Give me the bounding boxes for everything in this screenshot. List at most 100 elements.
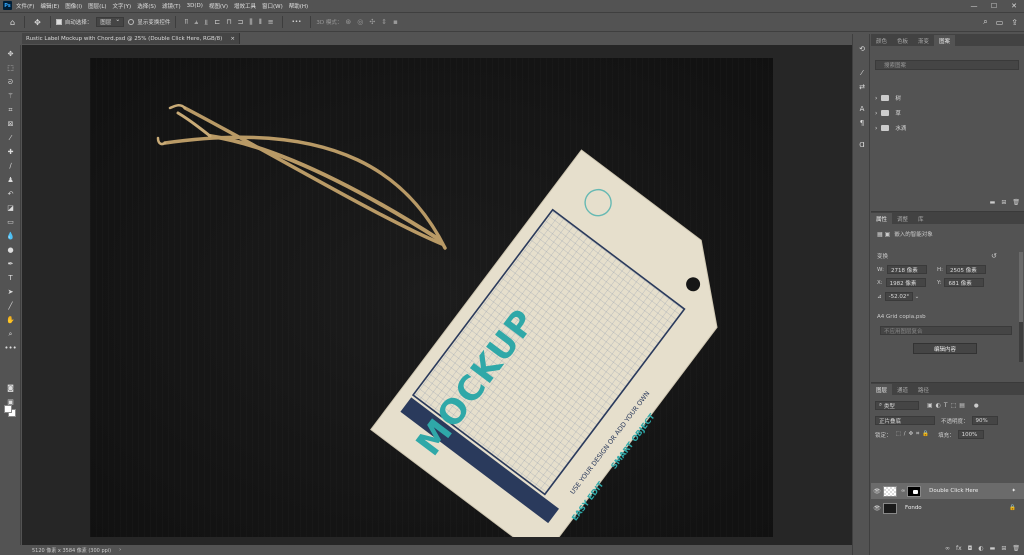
more-options-icon[interactable]: ••• <box>292 19 302 25</box>
glyphs-icon[interactable]: Ɑ <box>856 140 868 150</box>
stamp-tool-icon[interactable]: ♟ <box>5 175 16 185</box>
status-arrow-icon[interactable]: › <box>119 547 121 553</box>
show-transform-checkbox[interactable] <box>128 19 135 25</box>
menu-edit[interactable]: 编辑(E) <box>40 2 59 10</box>
new-group-icon[interactable]: ▬ <box>990 199 996 206</box>
distribute-icon[interactable]: ⫼ <box>249 18 252 27</box>
menu-type[interactable]: 文字(Y) <box>113 2 132 10</box>
layer-filter-dropdown[interactable]: ⌕ 类型 <box>875 401 919 410</box>
frame-tool-icon[interactable]: ⊠ <box>5 119 16 129</box>
new-layer-icon[interactable]: ⊞ <box>1001 545 1006 552</box>
pen-tool-icon[interactable]: ✒ <box>5 259 16 269</box>
auto-select-dropdown[interactable]: 图层 <box>96 16 125 27</box>
character-icon[interactable]: A <box>856 104 868 114</box>
chevron-down-icon[interactable]: ⌄ <box>915 294 920 300</box>
edit-toolbar-icon[interactable]: ••• <box>4 343 16 353</box>
history-brush-icon[interactable]: ↶ <box>5 189 16 199</box>
lasso-tool-icon[interactable]: ᘐ <box>5 77 16 87</box>
eyedropper-tool-icon[interactable]: ⁄ <box>5 133 16 143</box>
adjustments-icon[interactable]: ⇄ <box>856 82 868 92</box>
menu-help[interactable]: 帮助(H) <box>289 2 308 10</box>
move-tool-icon[interactable]: ✥ <box>34 18 41 27</box>
fx-icon[interactable]: fx <box>956 545 962 552</box>
height-field[interactable]: 2505 像素 <box>946 265 986 274</box>
line-tool-icon[interactable]: ╱ <box>5 301 16 311</box>
menu-file[interactable]: 文件(F) <box>16 2 34 10</box>
marquee-tool-icon[interactable]: ⬚ <box>5 63 16 73</box>
lock-icons[interactable]: ⬚∕✥⌗🔒 <box>896 431 933 438</box>
hand-tool-icon[interactable]: ✋ <box>5 315 16 325</box>
menu-select[interactable]: 选择(S) <box>137 2 156 10</box>
photoshop-logo-icon[interactable]: Ps <box>3 1 12 10</box>
history-icon[interactable]: ⟲ <box>856 44 868 54</box>
x-field[interactable]: 1982 像素 <box>885 278 926 287</box>
reset-transform-icon[interactable]: ↺ <box>991 252 997 260</box>
distribute-h-icon[interactable]: ⦀ <box>259 18 262 27</box>
layer-row-double-click-here[interactable]: 👁 ∞ Double Click Here ✦ <box>871 483 1024 499</box>
smart-filter-icon[interactable]: ✦ <box>1011 488 1016 494</box>
fill-field[interactable]: 100% <box>957 430 984 439</box>
align-top-icon[interactable]: ⫪ <box>184 18 188 27</box>
tab-layers[interactable]: 图层 <box>871 384 893 395</box>
distribute-v-icon[interactable]: ≡ <box>268 18 274 26</box>
auto-select-checkbox[interactable] <box>55 19 62 25</box>
quick-mask-icon[interactable]: ◙ <box>5 383 16 393</box>
3d-roll-icon[interactable]: ◎ <box>357 18 363 26</box>
menu-image[interactable]: 图像(I) <box>65 2 82 10</box>
menu-plugins[interactable]: 增效工具 <box>234 2 256 10</box>
layer-comp-dropdown[interactable]: 不应用图层复合 <box>880 326 1012 335</box>
width-field[interactable]: 2718 像素 <box>886 265 927 274</box>
crop-tool-icon[interactable]: ⌗ <box>5 105 16 115</box>
menu-layer[interactable]: 图层(L) <box>88 2 106 10</box>
3d-orbit-icon[interactable]: ⊛ <box>345 18 351 26</box>
tab-paths[interactable]: 路径 <box>913 384 934 395</box>
pattern-search-input[interactable]: 搜索图案 <box>875 60 1019 70</box>
close-window-button[interactable]: ✕ <box>1004 0 1024 11</box>
eraser-tool-icon[interactable]: ◪ <box>5 203 16 213</box>
eye-icon[interactable]: 👁 <box>871 488 883 495</box>
delete-layer-icon[interactable]: 🗑 <box>1012 545 1020 552</box>
align-hcenter-icon[interactable]: ⊓ <box>226 18 231 26</box>
layer-row-fondo[interactable]: 👁 Fondo 🔒 <box>871 500 1024 516</box>
share-icon[interactable]: ⇪ <box>1011 18 1018 27</box>
angle-field[interactable]: -52.02° <box>884 292 913 301</box>
maximize-button[interactable]: ☐ <box>984 0 1004 11</box>
workspace-icon[interactable]: ▭ <box>996 18 1004 27</box>
screen-mode-icon[interactable]: ▣ <box>5 397 16 407</box>
menu-view[interactable]: 视图(V) <box>209 2 228 10</box>
add-mask-icon[interactable]: ◘ <box>968 545 973 552</box>
adjustment-layer-icon[interactable]: ◐ <box>978 545 983 552</box>
home-icon[interactable]: ⌂ <box>10 18 15 27</box>
tab-properties[interactable]: 属性 <box>871 213 893 224</box>
path-select-tool-icon[interactable]: ➤ <box>5 287 16 297</box>
tab-libraries[interactable]: 库 <box>913 213 929 224</box>
align-bottom-icon[interactable]: ⫫ <box>204 18 208 27</box>
layer-filter-icons[interactable]: ▣◐T⬚▤ <box>927 402 968 409</box>
close-tab-icon[interactable]: × <box>230 36 235 42</box>
pattern-folder-water[interactable]: › 水滴 <box>875 121 1019 135</box>
properties-scroll-thumb[interactable] <box>1019 252 1023 322</box>
menu-window[interactable]: 窗口(W) <box>262 2 283 10</box>
y-field[interactable]: 681 像素 <box>944 278 985 287</box>
dodge-tool-icon[interactable]: ● <box>5 245 16 255</box>
minimize-button[interactable]: — <box>964 0 984 11</box>
filter-toggle-icon[interactable]: ● <box>974 403 979 409</box>
eye-icon[interactable]: 👁 <box>871 505 883 512</box>
document-canvas[interactable]: MOCKUP USE YOUR DESIGN OR ADD YOUR OWN E… <box>90 58 773 537</box>
opacity-field[interactable]: 90% <box>971 416 998 425</box>
align-left-icon[interactable]: ⊏ <box>214 18 220 26</box>
3d-pan-icon[interactable]: ✣ <box>369 18 375 26</box>
align-vcenter-icon[interactable]: ⫨ <box>194 18 198 27</box>
3d-slide-icon[interactable]: ⇕ <box>381 18 387 26</box>
magic-wand-tool-icon[interactable]: ⚚ <box>5 91 16 101</box>
delete-icon[interactable]: 🗑 <box>1012 199 1020 206</box>
align-right-icon[interactable]: ⊐ <box>238 18 244 26</box>
blend-mode-dropdown[interactable]: 正片叠底 <box>875 416 935 425</box>
pattern-folder-grass[interactable]: › 草 <box>875 106 1019 120</box>
link-icon[interactable]: ∞ <box>901 488 905 494</box>
menu-filter[interactable]: 滤镜(T) <box>162 2 181 10</box>
tab-channels[interactable]: 通道 <box>892 384 913 395</box>
new-group-icon[interactable]: ▬ <box>990 545 996 552</box>
document-tab[interactable]: Rustic Label Mockup with Chord.psd @ 25%… <box>22 33 240 44</box>
type-tool-icon[interactable]: T <box>5 273 16 283</box>
